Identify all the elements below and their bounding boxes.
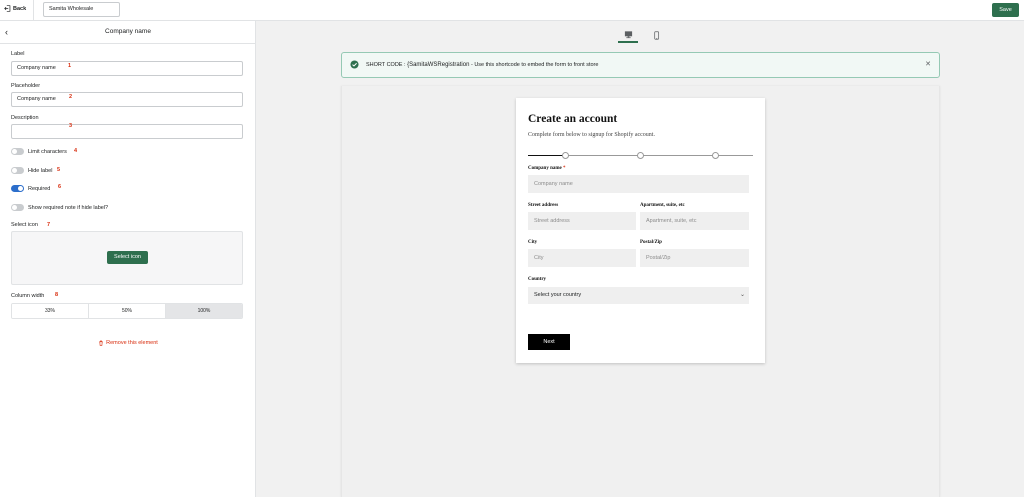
street-address-input[interactable]: Street address	[528, 212, 636, 230]
toggle-label: Show required note if hide label?	[28, 204, 109, 211]
remove-element-link[interactable]: Remove this element	[0, 340, 256, 346]
divider	[33, 0, 34, 21]
select-icon-label: Select icon	[11, 222, 38, 228]
hide-label-toggle[interactable]: Hide label	[11, 167, 52, 174]
marker-2: 2	[69, 94, 73, 100]
country-label: Country	[528, 277, 547, 282]
registration-form-preview: Create an account Complete form below to…	[516, 98, 765, 363]
apartment-label: Apartment, suite, etc	[640, 203, 685, 208]
step-dot-2	[562, 152, 569, 159]
marker-5: 5	[57, 167, 61, 173]
step-progress	[528, 152, 753, 160]
step-dot-3	[637, 152, 644, 159]
city-label: City	[528, 240, 538, 245]
mobile-icon	[653, 30, 659, 40]
postal-input[interactable]: Postal/Zip	[640, 249, 749, 267]
select-icon-button[interactable]: Select icon	[107, 251, 148, 264]
mobile-tab[interactable]	[646, 27, 666, 43]
limit-characters-toggle[interactable]: Limit characters	[11, 148, 67, 155]
shortcode-description: - Use this shortcode to embed the form t…	[470, 62, 599, 68]
sidebar-title: Company name	[105, 28, 151, 35]
back-label: Back	[13, 5, 27, 12]
marker-8: 8	[55, 292, 59, 298]
sidebar-header: ‹ Company name	[0, 21, 256, 44]
form-title: Create an account	[528, 113, 618, 125]
settings-sidebar: ‹ Company name Label Company name 1 Plac…	[0, 21, 256, 497]
remove-label: Remove this element	[106, 340, 158, 346]
label-field-label: Label	[11, 51, 25, 57]
step-dot-4	[712, 152, 719, 159]
column-width-selector: 33% 50% 100%	[11, 303, 243, 319]
country-select[interactable]: Select your country ⌄	[528, 287, 749, 304]
form-subtitle: Complete form below to signup for Shopif…	[528, 132, 655, 138]
toggle-switch[interactable]	[11, 204, 24, 211]
description-input[interactable]	[11, 124, 243, 139]
column-width-100[interactable]: 100%	[166, 304, 242, 318]
apartment-input[interactable]: Apartment, suite, etc	[640, 212, 749, 230]
back-button[interactable]: Back	[4, 5, 26, 12]
column-width-50[interactable]: 50%	[89, 304, 166, 318]
postal-label: Postal/Zip	[640, 240, 662, 245]
country-value: Select your country	[534, 292, 582, 298]
street-address-label: Street address	[528, 203, 559, 208]
city-input[interactable]: City	[528, 249, 636, 267]
shortcode-value[interactable]: {SamitaWSRegistration	[407, 62, 469, 68]
placeholder-input[interactable]: Company name	[11, 92, 243, 107]
top-bar: Back Samita Wholesale Save	[0, 0, 1024, 21]
save-button[interactable]: Save	[992, 3, 1019, 17]
column-width-33[interactable]: 33%	[12, 304, 89, 318]
toggle-label: Limit characters	[28, 148, 67, 155]
marker-7: 7	[47, 222, 51, 228]
check-circle-icon	[350, 60, 359, 69]
required-toggle[interactable]: Required	[11, 185, 50, 192]
column-width-label: Column width	[11, 293, 45, 299]
toggle-switch[interactable]	[11, 148, 24, 155]
close-icon[interactable]: ✕	[925, 60, 931, 68]
shortcode-text: SHORT CODE : {SamitaWSRegistration - Use…	[366, 62, 598, 68]
next-button[interactable]: Next	[528, 334, 570, 350]
show-required-note-toggle[interactable]: Show required note if hide label?	[11, 204, 108, 211]
placeholder-field-label: Placeholder	[11, 83, 41, 89]
marker-3: 3	[69, 123, 73, 129]
icon-dropzone: Select icon	[11, 231, 243, 285]
shortcode-banner: SHORT CODE : {SamitaWSRegistration - Use…	[341, 52, 940, 78]
toggle-switch[interactable]	[11, 167, 24, 174]
app-name-field[interactable]: Samita Wholesale	[43, 2, 120, 17]
marker-6: 6	[58, 184, 62, 190]
toggle-label: Required	[28, 185, 51, 192]
company-name-input[interactable]: Company name	[528, 175, 749, 193]
company-name-label: Company name *	[528, 166, 566, 171]
exit-arrow-icon	[4, 5, 11, 12]
chevron-down-icon: ⌄	[739, 292, 745, 298]
toggle-label: Hide label	[28, 167, 53, 174]
label-input[interactable]: Company name	[11, 61, 243, 76]
device-switcher	[618, 27, 666, 43]
marker-4: 4	[74, 148, 78, 154]
marker-1: 1	[68, 63, 72, 69]
description-field-label: Description	[11, 115, 39, 121]
toggle-switch[interactable]	[11, 185, 24, 192]
shortcode-prefix: SHORT CODE :	[366, 62, 406, 68]
step-track-done	[528, 154, 566, 156]
trash-icon	[99, 340, 103, 346]
desktop-tab[interactable]	[618, 27, 638, 43]
desktop-icon	[624, 30, 632, 38]
